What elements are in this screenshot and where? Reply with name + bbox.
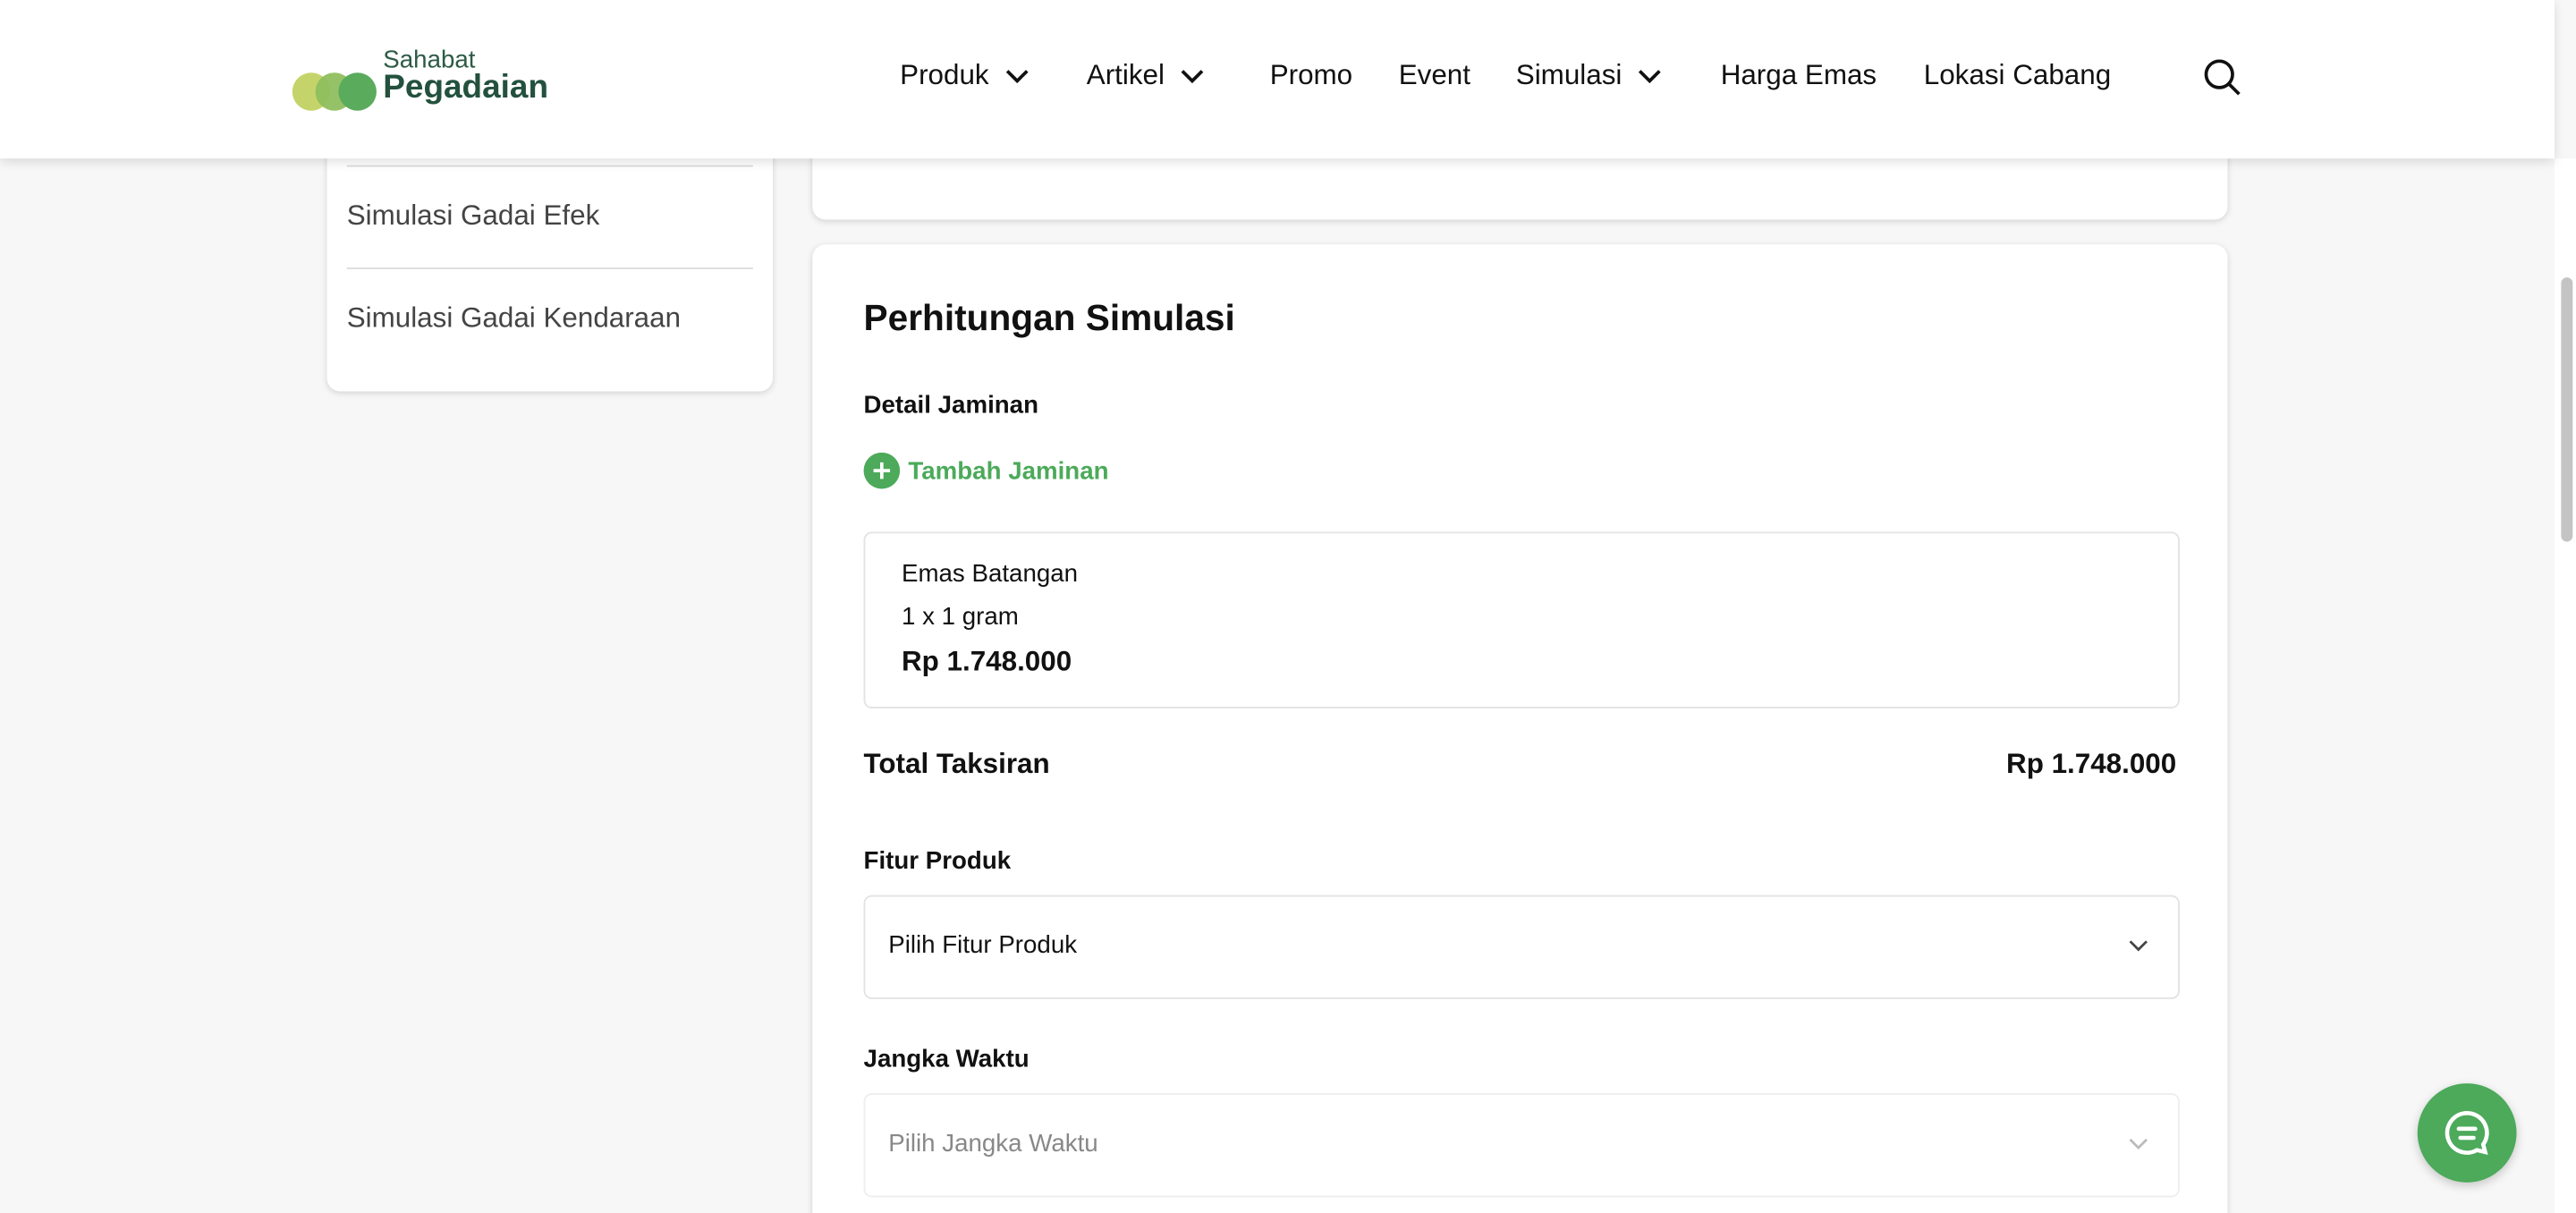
section-title: Perhitungan Simulasi bbox=[863, 297, 1235, 339]
nav-simulasi[interactable]: Simulasi bbox=[1516, 59, 1664, 92]
chat-bubble-icon bbox=[2445, 1110, 2489, 1156]
fitur-produk-label: Fitur Produk bbox=[863, 847, 1012, 876]
jangka-waktu-select[interactable]: Pilih Jangka Waktu bbox=[863, 1093, 2180, 1198]
chat-button[interactable] bbox=[2417, 1083, 2517, 1183]
scrollbar[interactable] bbox=[2554, 158, 2576, 1213]
logo[interactable]: Sahabat Pegadaian bbox=[292, 47, 556, 119]
collateral-item[interactable]: Emas Batangan 1 x 1 gram Rp 1.748.000 bbox=[863, 531, 2180, 708]
search-icon[interactable] bbox=[2203, 58, 2242, 98]
nav-label: Promo bbox=[1269, 59, 1353, 91]
sidebar-item-gadai-kendaraan[interactable]: Simulasi Gadai Kendaraan bbox=[347, 302, 681, 335]
total-value: Rp 1.748.000 bbox=[2006, 748, 2177, 780]
select-value: Pilih Fitur Produk bbox=[888, 931, 1078, 960]
detail-jaminan-label: Detail Jaminan bbox=[863, 391, 1038, 420]
divider bbox=[346, 165, 753, 167]
chevron-down-icon bbox=[2129, 1138, 2148, 1150]
fitur-produk-select[interactable]: Pilih Fitur Produk bbox=[863, 895, 2180, 999]
nav-event[interactable]: Event bbox=[1399, 59, 1470, 92]
site-header: Sahabat Pegadaian Produk Artikel Promo E… bbox=[0, 0, 2555, 159]
nav-label: Artikel bbox=[1086, 59, 1165, 91]
logo-text-bottom: Pegadaian bbox=[383, 69, 549, 106]
nav-label: Harga Emas bbox=[1720, 59, 1877, 91]
chevron-down-icon bbox=[1639, 70, 1662, 84]
chevron-down-icon bbox=[1181, 70, 1204, 84]
chevron-down-icon bbox=[1005, 70, 1029, 84]
select-placeholder: Pilih Jangka Waktu bbox=[888, 1129, 1098, 1158]
nav-label: Lokasi Cabang bbox=[1923, 59, 2112, 91]
jangka-waktu-label: Jangka Waktu bbox=[863, 1045, 1030, 1073]
scale-icon bbox=[338, 72, 377, 111]
simulation-card: Perhitungan Simulasi Detail Jaminan Tamb… bbox=[812, 244, 2228, 1213]
total-label: Total Taksiran bbox=[863, 748, 1050, 780]
sidebar-item-gadai-efek[interactable]: Simulasi Gadai Efek bbox=[347, 199, 600, 233]
nav-label: Event bbox=[1398, 59, 1470, 91]
add-collateral-button[interactable]: Tambah Jaminan bbox=[863, 452, 1109, 489]
item-name: Emas Batangan bbox=[901, 559, 1079, 589]
nav-promo[interactable]: Promo bbox=[1270, 59, 1352, 92]
add-collateral-label: Tambah Jaminan bbox=[908, 456, 1109, 485]
nav-artikel[interactable]: Artikel bbox=[1087, 59, 1206, 92]
nav-label: Produk bbox=[900, 59, 989, 91]
nav-label: Simulasi bbox=[1515, 59, 1623, 91]
chevron-down-icon bbox=[2129, 940, 2148, 952]
scrollbar-thumb[interactable] bbox=[2561, 277, 2573, 542]
nav-lokasi-cabang[interactable]: Lokasi Cabang bbox=[1924, 59, 2111, 92]
item-qty: 1 x 1 gram bbox=[901, 602, 1019, 632]
nav-produk[interactable]: Produk bbox=[900, 59, 1030, 92]
plus-circle-icon bbox=[863, 452, 901, 489]
nav-harga-emas[interactable]: Harga Emas bbox=[1721, 59, 1877, 92]
divider bbox=[346, 267, 753, 269]
item-price: Rp 1.748.000 bbox=[901, 645, 1072, 677]
